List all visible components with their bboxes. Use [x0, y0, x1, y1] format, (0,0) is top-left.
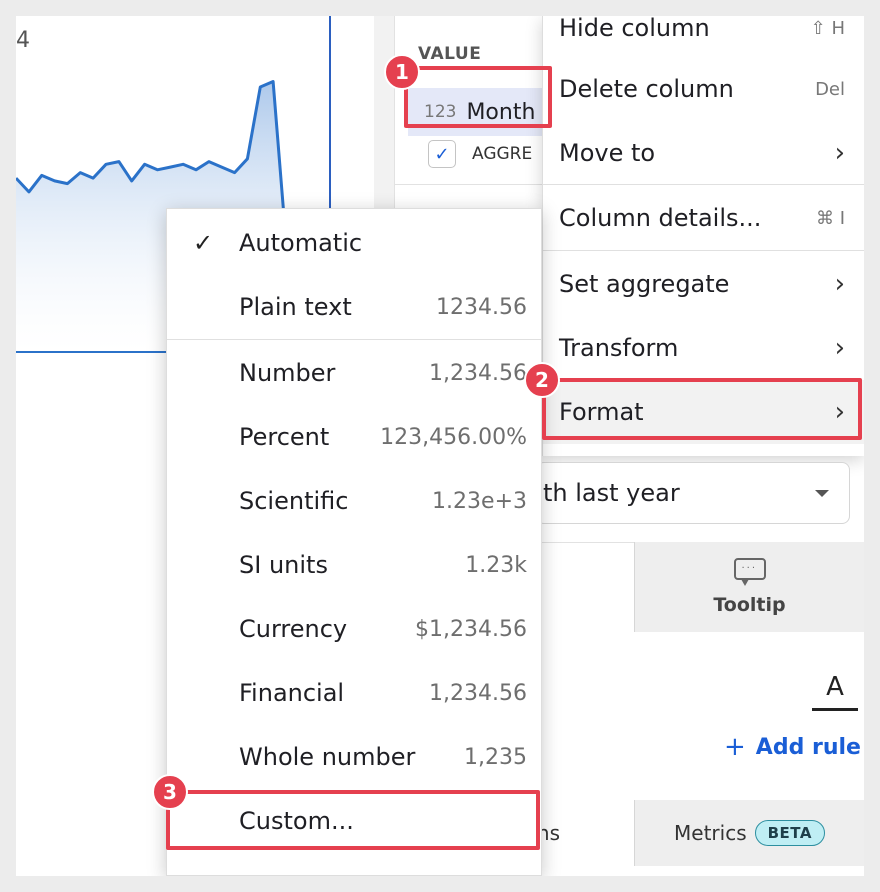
format-example: $1,234.56	[415, 616, 527, 642]
format-example: 1,235	[464, 744, 527, 770]
format-example: 123,456.00%	[380, 424, 527, 450]
menu-separator	[543, 250, 864, 251]
format-option-label: Number	[239, 359, 336, 387]
tab-label: Metrics	[674, 821, 747, 845]
menu-item-column-details[interactable]: Column details... ⌘ I	[543, 186, 864, 250]
format-option-label: Percent	[239, 423, 330, 451]
format-option-label: Financial	[239, 679, 345, 707]
format-option-label: SI units	[239, 551, 328, 579]
format-example: 1,234.56	[429, 360, 527, 386]
select-value: th last year	[543, 479, 680, 507]
aggregate-checkbox[interactable]: ✓	[428, 140, 456, 168]
format-option-si-units[interactable]: SI units 1.23k	[167, 533, 541, 597]
menu-item-transform[interactable]: Transform ›	[543, 316, 864, 380]
format-example: 1234.56	[436, 294, 527, 320]
menu-item-label: Move to	[559, 139, 656, 167]
chevron-right-icon: ›	[834, 269, 845, 299]
tab-tooltip[interactable]: ··· Tooltip	[634, 542, 864, 632]
menu-separator	[167, 339, 541, 340]
format-option-financial[interactable]: Financial 1,234.56	[167, 661, 541, 725]
app-frame: 4 VALUE 123 Month ✓ AGGRE Hide column ⇧ …	[16, 16, 864, 876]
section-divider	[394, 184, 544, 185]
format-option-plain-text[interactable]: Plain text 1234.56	[167, 275, 541, 339]
format-option-label: Automatic	[239, 229, 363, 257]
checkmark-icon: ✓	[192, 229, 214, 257]
add-rule-button[interactable]: + Add rule	[724, 732, 861, 762]
tab-label: Tooltip	[713, 594, 786, 616]
chevron-right-icon: ›	[834, 138, 845, 168]
format-option-label: Whole number	[239, 743, 416, 771]
format-example: 1.23k	[465, 552, 527, 578]
menu-item-label: Set aggregate	[559, 270, 730, 298]
callout-highlight-1	[404, 66, 552, 128]
shortcut-hint: ⇧ H	[810, 17, 845, 39]
callout-badge-3: 3	[152, 774, 188, 810]
format-option-currency[interactable]: Currency $1,234.56	[167, 597, 541, 661]
menu-item-label: Hide column	[559, 16, 710, 42]
format-option-whole-number[interactable]: Whole number 1,235	[167, 725, 541, 789]
shortcut-hint: ⌘ I	[815, 207, 845, 229]
caret-down-icon	[815, 489, 829, 497]
menu-item-delete-column[interactable]: Delete column Del	[543, 57, 864, 121]
speech-bubble-icon: ···	[733, 558, 766, 586]
menu-item-hide-column[interactable]: Hide column ⇧ H	[543, 16, 864, 60]
menu-separator	[543, 184, 864, 185]
tab-metrics[interactable]: Metrics BETA	[634, 800, 864, 866]
format-option-label: Plain text	[239, 293, 352, 321]
beta-badge: BETA	[754, 820, 825, 846]
format-option-automatic[interactable]: ✓ Automatic	[167, 211, 541, 275]
format-submenu: ✓ Automatic Plain text 1234.56 Number 1,…	[166, 208, 542, 876]
format-option-label: Currency	[239, 615, 348, 643]
format-option-percent[interactable]: Percent 123,456.00%	[167, 405, 541, 469]
font-color-icon[interactable]: A	[812, 672, 858, 711]
callout-badge-2: 2	[524, 362, 560, 398]
format-option-scientific[interactable]: Scientific 1.23e+3	[167, 469, 541, 533]
format-option-number[interactable]: Number 1,234.56	[167, 341, 541, 405]
add-rule-label: Add rule	[755, 734, 861, 760]
menu-item-set-aggregate[interactable]: Set aggregate ›	[543, 252, 864, 316]
plus-icon: +	[724, 732, 746, 762]
format-option-label: Scientific	[239, 487, 349, 515]
aggregate-label: AGGRE	[472, 144, 533, 164]
menu-item-label: Delete column	[559, 75, 734, 103]
chevron-right-icon: ›	[834, 333, 845, 363]
shortcut-hint: Del	[815, 78, 845, 100]
aggregate-row[interactable]: ✓ AGGRE	[428, 140, 532, 168]
value-section-header: VALUE	[418, 44, 482, 64]
menu-item-move-to[interactable]: Move to ›	[543, 121, 864, 185]
callout-highlight-3	[166, 790, 540, 850]
callout-highlight-2	[542, 378, 862, 440]
format-example: 1,234.56	[429, 680, 527, 706]
menu-item-label: Column details...	[559, 204, 762, 232]
date-range-select[interactable]: th last year	[536, 462, 850, 524]
callout-badge-1: 1	[384, 54, 420, 90]
menu-item-label: Transform	[559, 334, 679, 362]
format-example: 1.23e+3	[432, 488, 527, 514]
